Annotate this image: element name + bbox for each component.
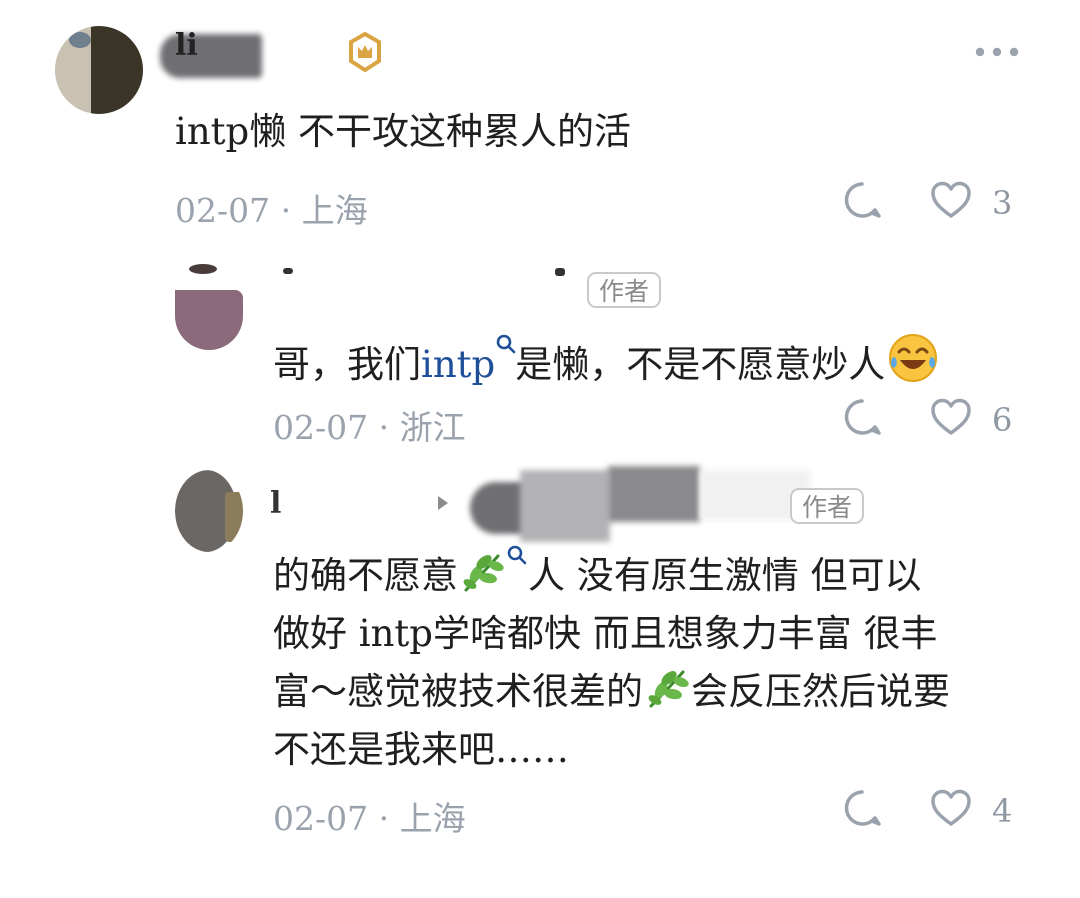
herb-emoji: [463, 554, 504, 592]
meta-separator: ·: [280, 191, 292, 230]
comment-text-suffix: 是懒，不是不愿意炒人: [515, 343, 886, 386]
laughing-crying-emoji: [889, 334, 938, 382]
intp-search-link[interactable]: intp: [421, 343, 495, 386]
comment-meta: 02-07 · 浙江: [273, 401, 466, 449]
crown-badge-icon: [349, 32, 381, 72]
comment-line-1-b: 人 没有原生激情 但可以: [528, 554, 922, 597]
username[interactable]: li: [175, 28, 198, 63]
comment-text: 的确不愿意 人 没有原生激情 但可以 做好 intp学啥都快 而且想象力丰富 很…: [273, 545, 1033, 779]
more-dots-icon[interactable]: [974, 46, 1020, 58]
comment-text-prefix: 哥，我们: [273, 343, 421, 386]
comment-line-3-b: 会反压然后说要: [691, 670, 950, 713]
reply-icon[interactable]: [842, 788, 882, 828]
like-count: 3: [992, 184, 1013, 222]
comment-date: 02-07: [175, 191, 271, 230]
avatar[interactable]: [55, 26, 143, 114]
comment-line-1: 的确不愿意 人 没有原生激情 但可以: [273, 545, 1033, 605]
comment-line-2: 做好 intp学啥都快 而且想象力丰富 很丰: [273, 612, 938, 655]
comment-line-4: 不还是我来吧……: [273, 728, 569, 771]
reply-icon[interactable]: [842, 180, 882, 220]
meta-separator: ·: [378, 799, 390, 838]
comment-date: 02-07: [273, 408, 369, 447]
comment-line-1-a: 的确不愿意: [273, 554, 458, 597]
like-heart-icon[interactable]: [930, 789, 972, 827]
comment-line-3: 富～感觉被技术很差的 会反压然后说要: [273, 663, 1033, 721]
herb-emoji: [648, 670, 689, 708]
author-badge: 作者: [790, 488, 865, 524]
avatar[interactable]: [175, 262, 243, 350]
username-redaction: [555, 268, 565, 276]
like-count: 4: [992, 792, 1013, 830]
like-heart-icon[interactable]: [930, 398, 972, 436]
comment-date: 02-07: [273, 799, 369, 838]
username[interactable]: l: [270, 486, 281, 521]
avatar[interactable]: [175, 470, 243, 552]
username-redaction: [608, 466, 700, 522]
meta-separator: ·: [378, 408, 390, 447]
comment-text: intp懒 不干攻这种累人的活: [175, 110, 631, 153]
comment-line-3-a: 富～感觉被技术很差的: [273, 670, 643, 713]
comment-meta: 02-07 · 上海: [175, 184, 368, 232]
author-badge: 作者: [587, 272, 662, 308]
username-redaction: [283, 268, 293, 274]
comment-location: 上海: [399, 799, 466, 838]
comment-meta: 02-07 · 上海: [273, 792, 466, 840]
comment-location: 上海: [301, 191, 368, 230]
comment-location: 浙江: [399, 408, 466, 447]
username-redaction: [520, 470, 610, 542]
like-heart-icon[interactable]: [930, 181, 972, 219]
arrow-right-icon: [438, 496, 448, 510]
reply-icon[interactable]: [842, 397, 882, 437]
like-count: 6: [992, 401, 1013, 439]
comment-text: 哥，我们intp 是懒，不是不愿意炒人: [273, 332, 939, 394]
